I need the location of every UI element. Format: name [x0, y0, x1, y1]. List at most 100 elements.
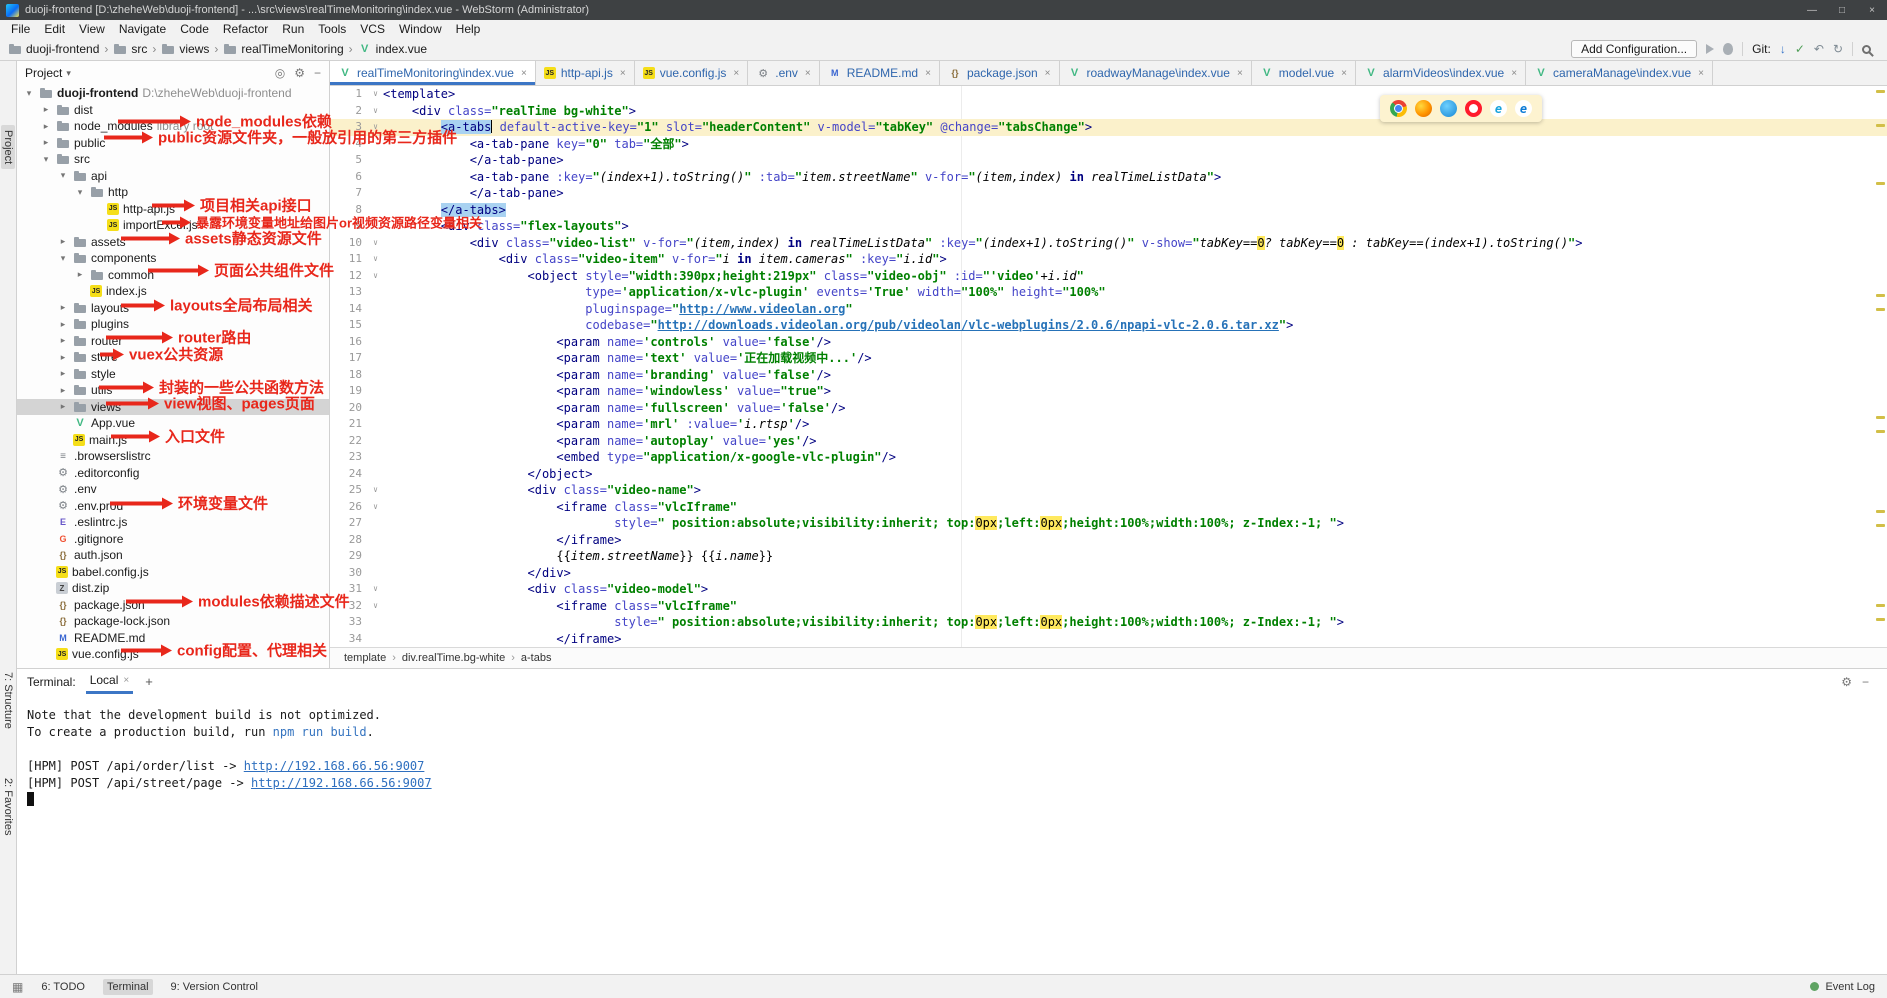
statusbar-item-Terminal[interactable]: Terminal: [103, 979, 153, 995]
firefox-browser-icon[interactable]: [1415, 100, 1432, 117]
chevron-closed-icon[interactable]: ▸: [74, 269, 86, 280]
tree-item-http[interactable]: ▾http: [17, 184, 329, 201]
menu-refactor[interactable]: Refactor: [216, 20, 275, 38]
tree-item-App.vue[interactable]: VApp.vue: [17, 415, 329, 432]
line-number[interactable]: 14: [330, 301, 368, 318]
opera-browser-icon[interactable]: [1465, 100, 1482, 117]
line-number[interactable]: 8: [330, 202, 368, 219]
tree-item-views[interactable]: ▸views: [17, 399, 329, 416]
chevron-closed-icon[interactable]: ▸: [57, 368, 69, 379]
tree-item-store[interactable]: ▸store: [17, 349, 329, 366]
fold-icon[interactable]: ∨: [368, 235, 383, 252]
terminal-tab-local[interactable]: Local ×: [86, 669, 134, 694]
add-configuration-button[interactable]: Add Configuration...: [1571, 40, 1697, 58]
chevron-closed-icon[interactable]: ▸: [57, 335, 69, 346]
chevron-closed-icon[interactable]: ▸: [57, 385, 69, 396]
git-commit-icon[interactable]: [1795, 42, 1805, 56]
close-tab-icon[interactable]: ×: [733, 68, 739, 79]
menu-help[interactable]: Help: [449, 20, 488, 38]
close-tab-icon[interactable]: ×: [1341, 68, 1347, 79]
editor-tab-package.json[interactable]: {}package.json×: [940, 61, 1060, 85]
line-number[interactable]: 20: [330, 400, 368, 417]
tree-item-.editorconfig[interactable]: ⚙.editorconfig: [17, 465, 329, 482]
chevron-closed-icon[interactable]: ▸: [40, 104, 52, 115]
line-number[interactable]: 10: [330, 235, 368, 252]
editor-tab-roadwayManage\index.vue[interactable]: VroadwayManage\index.vue×: [1060, 61, 1252, 85]
menu-edit[interactable]: Edit: [37, 20, 72, 38]
tree-item-auth.json[interactable]: {}auth.json: [17, 547, 329, 564]
breadcrumb-item-src[interactable]: src: [113, 42, 147, 56]
close-icon[interactable]: ×: [123, 675, 129, 686]
editor-breadcrumb-item[interactable]: a-tabs: [521, 652, 552, 664]
chevron-closed-icon[interactable]: ▸: [57, 302, 69, 313]
tree-item-layouts[interactable]: ▸layouts: [17, 300, 329, 317]
stripe-mark[interactable]: [1876, 430, 1885, 433]
tree-item-components[interactable]: ▾components: [17, 250, 329, 267]
stripe-mark[interactable]: [1876, 294, 1885, 297]
tree-item-http-api.js[interactable]: JShttp-api.js: [17, 201, 329, 218]
line-number[interactable]: 15: [330, 317, 368, 334]
menu-vcs[interactable]: VCS: [353, 20, 392, 38]
line-number[interactable]: 17: [330, 350, 368, 367]
statusbar-item-6-TODO[interactable]: 6: TODO: [37, 979, 89, 995]
terminal-link[interactable]: http://192.168.66.56:9007: [244, 759, 425, 773]
line-number[interactable]: 25: [330, 482, 368, 499]
close-tab-icon[interactable]: ×: [620, 68, 626, 79]
breadcrumb-item-views[interactable]: views: [161, 42, 209, 56]
chevron-closed-icon[interactable]: ▸: [57, 319, 69, 330]
editor-breadcrumb-item[interactable]: div.realTime.bg-white: [402, 652, 505, 664]
tree-item-node_modules[interactable]: ▸node_modules library root: [17, 118, 329, 135]
tree-item-.browserslistrc[interactable]: ≡.browserslistrc: [17, 448, 329, 465]
editor-tab-cameraManage\index.vue[interactable]: VcameraManage\index.vue×: [1526, 61, 1713, 85]
terminal-output[interactable]: Note that the development build is not o…: [17, 694, 1887, 809]
line-number[interactable]: 16: [330, 334, 368, 351]
editor-tab-realTimeMonitoring\index.vue[interactable]: VrealTimeMonitoring\index.vue×: [330, 61, 536, 85]
chevron-closed-icon[interactable]: ▸: [57, 236, 69, 247]
statusbar-item-9-Version-Control[interactable]: 9: Version Control: [167, 979, 262, 995]
editor-tab-model.vue[interactable]: Vmodel.vue×: [1252, 61, 1356, 85]
fold-icon[interactable]: ∨: [368, 499, 383, 516]
close-tab-icon[interactable]: ×: [1045, 68, 1051, 79]
chevron-open-icon[interactable]: ▾: [74, 187, 86, 198]
tree-item-.env.prod[interactable]: ⚙.env.prod: [17, 498, 329, 515]
line-number[interactable]: 29: [330, 548, 368, 565]
fold-icon[interactable]: ∨: [368, 268, 383, 285]
line-number[interactable]: 24: [330, 466, 368, 483]
minimize-icon[interactable]: −: [1862, 675, 1869, 689]
chevron-open-icon[interactable]: ▾: [40, 154, 52, 165]
line-number[interactable]: 3: [330, 119, 368, 136]
menu-file[interactable]: File: [4, 20, 37, 38]
tree-item-common[interactable]: ▸common: [17, 267, 329, 284]
toolwindow-button-2-Favorites[interactable]: 2: Favorites: [1, 773, 15, 840]
menu-window[interactable]: Window: [392, 20, 449, 38]
line-number[interactable]: 12: [330, 268, 368, 285]
breadcrumb-item-duoji-frontend[interactable]: duoji-frontend: [8, 42, 99, 56]
chevron-closed-icon[interactable]: ▸: [57, 401, 69, 412]
stripe-mark[interactable]: [1876, 182, 1885, 185]
tree-item-package.json[interactable]: {}package.json: [17, 597, 329, 614]
menu-view[interactable]: View: [72, 20, 112, 38]
editor-tab-alarmVideos\index.vue[interactable]: ValarmVideos\index.vue×: [1356, 61, 1526, 85]
stripe-mark[interactable]: [1876, 308, 1885, 311]
statusbar-item-Event-Log[interactable]: Event Log: [1810, 981, 1875, 993]
git-history-icon[interactable]: [1833, 42, 1843, 56]
fold-icon[interactable]: ∨: [368, 482, 383, 499]
stripe-mark[interactable]: [1876, 524, 1885, 527]
chevron-open-icon[interactable]: ▾: [23, 88, 35, 99]
stripe-mark[interactable]: [1876, 124, 1885, 127]
tree-item-README.md[interactable]: MREADME.md: [17, 630, 329, 647]
tree-item-vue.config.js[interactable]: JSvue.config.js: [17, 646, 329, 663]
close-tab-icon[interactable]: ×: [521, 68, 527, 79]
line-number[interactable]: 30: [330, 565, 368, 582]
error-stripe[interactable]: [1873, 86, 1887, 647]
chevron-closed-icon[interactable]: ▸: [40, 121, 52, 132]
close-tab-icon[interactable]: ×: [1698, 68, 1704, 79]
run-icon[interactable]: [1706, 44, 1714, 54]
search-everywhere-icon[interactable]: [1862, 45, 1871, 54]
line-number[interactable]: 2: [330, 103, 368, 120]
toolwindow-button-7-Structure[interactable]: 7: Structure: [1, 667, 15, 734]
minimize-button[interactable]: —: [1797, 0, 1827, 20]
line-number[interactable]: 18: [330, 367, 368, 384]
editor-tab-vue.config.js[interactable]: JSvue.config.js×: [635, 61, 749, 85]
toolwindow-button-Project[interactable]: Project: [1, 125, 15, 169]
